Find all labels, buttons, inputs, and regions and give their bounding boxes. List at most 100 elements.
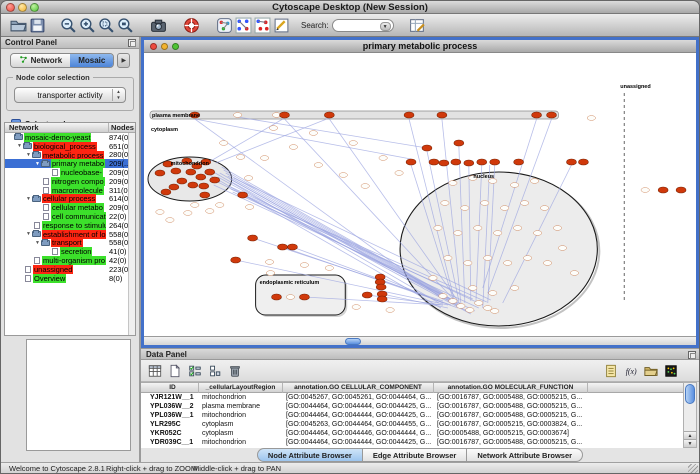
hscroll-thumb[interactable] bbox=[345, 338, 361, 345]
tree-row[interactable]: ▼transport558(0) bbox=[5, 239, 128, 248]
zoom-in-icon[interactable] bbox=[78, 16, 97, 35]
attribute-matrix-icon[interactable] bbox=[662, 363, 679, 379]
tab-label: Network bbox=[31, 56, 63, 65]
tree-row[interactable]: nitrogen compo209(0) bbox=[5, 177, 128, 186]
node-color-combobox[interactable]: transporter activity ▲▼ bbox=[14, 87, 126, 103]
tree-col-nodes[interactable]: Nodes bbox=[108, 123, 134, 133]
tree-col-network[interactable]: Network bbox=[9, 123, 39, 133]
search-input[interactable] bbox=[339, 20, 383, 30]
select-attributes-icon[interactable] bbox=[186, 363, 203, 379]
data-panel-header: Data Panel bbox=[141, 349, 699, 360]
function-builder-icon[interactable]: f(x) bbox=[622, 363, 639, 379]
column-header[interactable]: annotation.GO CELLULAR_COMPONENT bbox=[283, 383, 434, 393]
zoom-fit-icon[interactable] bbox=[116, 16, 135, 35]
float-panel-icon[interactable] bbox=[128, 39, 136, 47]
table-edit-icon[interactable] bbox=[408, 16, 427, 35]
status-welcome: Welcome to Cytoscape 2.8.1 bbox=[9, 464, 105, 473]
delete-attribute-icon[interactable] bbox=[226, 363, 243, 379]
tree-row[interactable]: nucleobase-209(0) bbox=[5, 168, 128, 177]
network-view-titlebar[interactable]: primary metabolic process bbox=[144, 40, 696, 53]
tab-node-attribute-browser[interactable]: Node Attribute Browser bbox=[257, 448, 363, 462]
network-tab-icon bbox=[19, 55, 28, 66]
tree-row[interactable]: ▼cellular process614(0) bbox=[5, 195, 128, 204]
vscroll-thumb[interactable] bbox=[685, 384, 695, 404]
layout-two-icon[interactable] bbox=[253, 16, 272, 35]
table-cell: [GO:0044464, GO:0044444, GO:0044425, G..… bbox=[283, 438, 434, 447]
zoom-out-icon[interactable] bbox=[59, 16, 78, 35]
scroll-down-icon[interactable]: ▼ bbox=[684, 439, 696, 447]
frame-minimize-icon[interactable] bbox=[161, 43, 168, 50]
frame-window-controls[interactable] bbox=[150, 43, 179, 50]
control-panel-tabs: Network Mosaic ▶ bbox=[1, 49, 139, 69]
resize-grip-icon[interactable] bbox=[688, 464, 698, 474]
tree-row[interactable]: ▼metabolic process280(0) bbox=[5, 151, 128, 160]
column-header[interactable]: _cellularLayoutRegion bbox=[199, 383, 283, 393]
snapshot-camera-icon[interactable] bbox=[149, 16, 168, 35]
tree-row[interactable]: secretion41(0) bbox=[5, 247, 128, 256]
attribute-batch-icon[interactable] bbox=[206, 363, 223, 379]
tree-row[interactable]: macromolecule311(0) bbox=[5, 186, 128, 195]
column-header[interactable]: annotation.GO MOLECULAR_FUNCTION bbox=[434, 383, 588, 393]
table-row[interactable]: YPL036W__2plasma membrane[GO:0044464, GO… bbox=[141, 402, 683, 411]
tree-node-label: nucleobase- bbox=[60, 168, 103, 177]
combobox-arrows-icon[interactable]: ▲▼ bbox=[112, 89, 124, 101]
table-cell: [GO:0016787, GO:0005215, GO:0003824, G..… bbox=[434, 420, 588, 429]
folder-icon bbox=[32, 152, 41, 158]
folder-icon bbox=[41, 161, 50, 167]
tree-row[interactable]: unassigned223(0) bbox=[5, 265, 128, 274]
tab-mosaic[interactable]: Mosaic bbox=[70, 54, 113, 67]
table-row[interactable]: YKR052Ccytoplasm[GO:0044464, GO:0044446,… bbox=[141, 429, 683, 438]
file-icon bbox=[52, 169, 58, 176]
network-canvas[interactable]: plasma membranecytoplasmmitochondrionnuc… bbox=[144, 53, 696, 345]
frame-zoom-icon[interactable] bbox=[172, 43, 179, 50]
tree-row[interactable]: Overview8(0) bbox=[5, 274, 128, 283]
tab-network-attribute-browser[interactable]: Network Attribute Browser bbox=[467, 448, 583, 462]
birdseye-view[interactable] bbox=[26, 339, 131, 451]
canvas-hscrollbar[interactable] bbox=[144, 336, 696, 345]
attribute-table-header: ID_cellularLayoutRegionannotation.GO CEL… bbox=[141, 383, 683, 393]
open-folder-icon[interactable] bbox=[9, 16, 28, 35]
attribute-table-icon[interactable] bbox=[146, 363, 163, 379]
import-attributes-icon[interactable] bbox=[602, 363, 619, 379]
tab-edge-attribute-browser[interactable]: Edge Attribute Browser bbox=[363, 448, 467, 462]
zoom-selected-icon[interactable] bbox=[97, 16, 116, 35]
network-tree-panel: Network Nodes mosaic-demo-yeast874(0)▼bi… bbox=[4, 122, 136, 336]
search-field[interactable]: ▼ bbox=[332, 19, 394, 32]
control-panel-title: Control Panel bbox=[5, 38, 57, 47]
scroll-up-icon[interactable]: ▲ bbox=[684, 431, 696, 439]
tree-row[interactable]: cell communicat22(0) bbox=[5, 212, 128, 221]
open-attributes-icon[interactable] bbox=[642, 363, 659, 379]
help-lifering-icon[interactable] bbox=[182, 16, 201, 35]
file-icon bbox=[43, 213, 49, 220]
annotation-icon[interactable] bbox=[272, 16, 291, 35]
column-header[interactable]: ID bbox=[147, 383, 199, 393]
table-row[interactable]: YJR121W__1mitochondrion[GO:0045267, GO:0… bbox=[141, 393, 683, 402]
frame-close-icon[interactable] bbox=[150, 43, 157, 50]
tree-row[interactable]: ▼establishment of lo558(0) bbox=[5, 230, 128, 239]
tab-network[interactable]: Network bbox=[11, 54, 71, 67]
float-data-panel-icon[interactable] bbox=[688, 351, 696, 359]
tree-node-count: 280(0) bbox=[109, 150, 128, 159]
table-row[interactable]: YDR039C__1mitochondrion[GO:0044464, GO:0… bbox=[141, 438, 683, 447]
vizmapper-icon[interactable] bbox=[215, 16, 234, 35]
table-vscrollbar[interactable]: ▲ ▼ bbox=[683, 382, 697, 448]
window-titlebar[interactable]: Cytoscape Desktop (New Session) bbox=[1, 1, 699, 14]
tree-row[interactable]: ▼biological_process651(0) bbox=[5, 142, 128, 151]
new-attribute-icon[interactable] bbox=[166, 363, 183, 379]
tree-node-count: 614(0) bbox=[109, 194, 128, 203]
tree-row[interactable]: mosaic-demo-yeast874(0) bbox=[5, 133, 128, 142]
table-row[interactable]: YPL036W__1mitochondrion[GO:0044464, GO:0… bbox=[141, 411, 683, 420]
tree-row[interactable]: multi-organism pro42(0) bbox=[5, 256, 128, 265]
control-panel-header: Control Panel bbox=[1, 37, 139, 49]
tab-overflow-button[interactable]: ▶ bbox=[117, 53, 130, 68]
tree-row[interactable]: cellular metabo209(0) bbox=[5, 203, 128, 212]
save-session-icon[interactable] bbox=[28, 16, 47, 35]
tree-node-label: transport bbox=[51, 238, 83, 247]
tree-scrollbar[interactable] bbox=[128, 133, 135, 335]
table-row[interactable]: YLR295Ccytoplasm[GO:0045263, GO:0044464,… bbox=[141, 420, 683, 429]
tree-row[interactable]: ▼primary metabo209(... bbox=[5, 159, 128, 168]
chevron-down-icon[interactable]: ▼ bbox=[380, 22, 391, 31]
tree-row[interactable]: response to stimulu264(0) bbox=[5, 221, 128, 230]
layout-one-icon[interactable] bbox=[234, 16, 253, 35]
tree-node-label: response to stimulu bbox=[42, 221, 106, 230]
